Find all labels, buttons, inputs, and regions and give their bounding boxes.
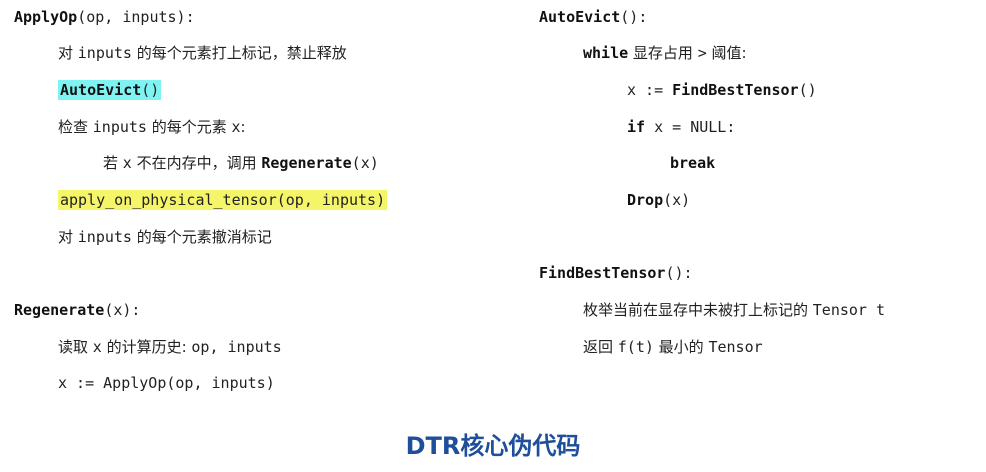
applyop-name: ApplyOp bbox=[14, 8, 78, 26]
applyop-line-mark: 对 inputs 的每个元素打上标记，禁止释放 bbox=[58, 42, 347, 64]
text-segment: 阈值: bbox=[706, 44, 747, 62]
applyop-line-check: 检查 inputs 的每个元素 x: bbox=[58, 116, 246, 138]
autoevict-line-while: while 显存占用 > 阈值: bbox=[583, 42, 747, 64]
text-segment: 的每个元素打上标记，禁止释放 bbox=[131, 44, 347, 62]
text-segment: 返回 bbox=[583, 338, 618, 356]
regenerate-call: Regenerate bbox=[261, 154, 352, 172]
code-segment: (x) bbox=[351, 154, 379, 172]
regenerate-signature: (x): bbox=[104, 301, 141, 319]
applyop-line-unmark: 对 inputs 的每个元素撤消标记 bbox=[58, 226, 272, 248]
regenerate-name: Regenerate bbox=[14, 301, 105, 319]
findbest-header: FindBestTensor(): bbox=[539, 262, 693, 284]
regenerate-header: Regenerate(x): bbox=[14, 299, 140, 321]
drop-call: Drop bbox=[627, 191, 664, 209]
findbesttensor-call: FindBestTensor bbox=[672, 81, 799, 99]
code-segment: (x) bbox=[663, 191, 691, 209]
code-segment: inputs bbox=[92, 118, 147, 136]
code-segment: op, inputs bbox=[191, 338, 282, 356]
text-segment: : bbox=[240, 118, 246, 136]
text-segment: 若 bbox=[103, 154, 123, 172]
keyword-while: while bbox=[583, 44, 629, 62]
keyword-if: if bbox=[627, 118, 646, 136]
applyop-line-autoevict: AutoEvict() bbox=[58, 79, 162, 101]
text-segment: 枚举当前在显存中未被打上标记的 bbox=[583, 301, 813, 319]
keyword-break: break bbox=[670, 154, 716, 172]
code-segment: x = NULL: bbox=[645, 118, 736, 136]
autoevict-signature: (): bbox=[620, 8, 648, 26]
code-segment: x bbox=[92, 338, 102, 356]
code-segment: x bbox=[122, 154, 132, 172]
autoevict-header: AutoEvict(): bbox=[539, 6, 647, 28]
applyop-line-regenerate: 若 x 不在内存中，调用 Regenerate(x) bbox=[103, 152, 379, 174]
autoevict-call: AutoEvict bbox=[60, 81, 142, 99]
page-title: DTR核心伪代码 bbox=[405, 432, 581, 460]
code-segment: f(t) bbox=[617, 338, 654, 356]
autoevict-line-drop: Drop(x) bbox=[627, 189, 690, 211]
apply-physical-highlight: apply_on_physical_tensor(op, inputs) bbox=[58, 190, 388, 210]
applyop-header: ApplyOp(op, inputs): bbox=[14, 6, 195, 28]
regenerate-line-apply: x := ApplyOp(op, inputs) bbox=[58, 372, 275, 394]
code-segment: () bbox=[141, 81, 160, 99]
findbest-name: FindBestTensor bbox=[539, 264, 666, 282]
findbest-signature: (): bbox=[665, 264, 693, 282]
text-segment: 读取 bbox=[58, 338, 93, 356]
text-segment: 对 bbox=[58, 228, 78, 246]
regenerate-line-read: 读取 x 的计算历史: op, inputs bbox=[58, 336, 282, 358]
text-segment: 不在内存中，调用 bbox=[131, 154, 262, 172]
applyop-line-apply: apply_on_physical_tensor(op, inputs) bbox=[58, 189, 388, 211]
autoevict-highlight: AutoEvict() bbox=[58, 80, 162, 100]
text-segment: 的计算历史: bbox=[101, 338, 192, 356]
text-segment: 最小的 bbox=[653, 338, 709, 356]
text-segment: 显存占用 bbox=[628, 44, 698, 62]
text-segment: 对 bbox=[58, 44, 78, 62]
autoevict-line-find: x := FindBestTensor() bbox=[627, 79, 817, 101]
code-segment: Tensor bbox=[708, 338, 763, 356]
applyop-signature: (op, inputs): bbox=[77, 8, 195, 26]
autoevict-line-break: break bbox=[670, 152, 715, 174]
code-segment: inputs bbox=[77, 44, 132, 62]
code-segment: Tensor t bbox=[812, 301, 886, 319]
code-segment: x := bbox=[627, 81, 673, 99]
text-segment: 的每个元素撤消标记 bbox=[131, 228, 272, 246]
autoevict-name: AutoEvict bbox=[539, 8, 621, 26]
findbest-line-enumerate: 枚举当前在显存中未被打上标记的 Tensor t bbox=[583, 299, 885, 321]
code-segment: () bbox=[798, 81, 817, 99]
findbest-line-return: 返回 f(t) 最小的 Tensor bbox=[583, 336, 763, 358]
text-segment: 检查 bbox=[58, 118, 93, 136]
text-segment: 的每个元素 bbox=[146, 118, 232, 136]
code-segment: inputs bbox=[77, 228, 132, 246]
code-segment: x := ApplyOp(op, inputs) bbox=[58, 374, 275, 392]
autoevict-line-if: if x = NULL: bbox=[627, 116, 735, 138]
code-segment: > bbox=[697, 44, 707, 62]
code-segment: x bbox=[231, 118, 241, 136]
